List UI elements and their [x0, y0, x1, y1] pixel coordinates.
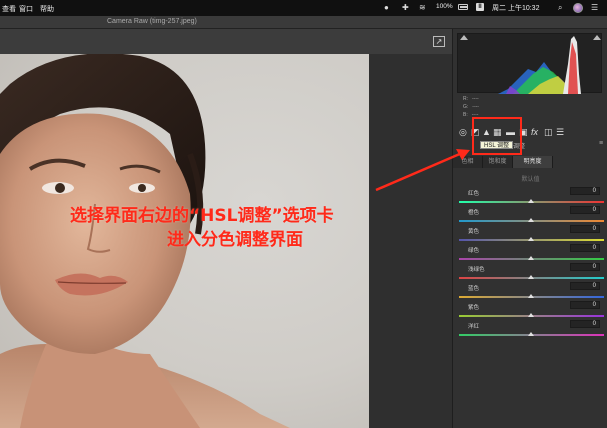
adjustment-panel: R: ---- G: ---- B: ---- ◎ ◩ ▲ ▦ ▬ ▣ fx ◫ ☰ … [452, 29, 607, 428]
annotation-line-2: 进入分色调整界面 [167, 230, 303, 250]
display-icon[interactable]: II [476, 3, 484, 11]
panel-menu-icon[interactable]: ≡ [599, 140, 603, 147]
value-orange[interactable]: 0 [570, 206, 600, 214]
battery-icon[interactable] [458, 4, 468, 10]
menu-help[interactable]: 帮助 [40, 4, 54, 14]
shadow-clipping-icon[interactable] [460, 35, 468, 40]
canvas-background [369, 54, 452, 428]
highlight-box [472, 117, 522, 155]
list-icon[interactable]: ☰ [591, 3, 598, 12]
slider-blue-thumb[interactable] [528, 294, 534, 298]
slider-purple-thumb[interactable] [528, 313, 534, 317]
readout-g: G: ---- [463, 104, 479, 110]
label-purple: 紫色 [468, 305, 480, 311]
label-magenta: 洋红 [468, 324, 480, 330]
slider-yellow-thumb[interactable] [528, 237, 534, 241]
camera-calibration-icon[interactable]: ◫ [544, 126, 553, 138]
wifi-icon[interactable]: ≋ [419, 3, 426, 12]
readout-r: R: ---- [463, 96, 479, 102]
clock[interactable]: 周二 上午10:32 [492, 3, 539, 13]
label-blue: 蓝色 [468, 286, 480, 292]
menu-bar: 查看 窗口 帮助 ● ✚ ≋ 100% II 周二 上午10:32 ⌕ ☰ [0, 0, 607, 16]
label-yellow: 黄色 [468, 229, 480, 235]
value-green[interactable]: 0 [570, 244, 600, 252]
fx-icon[interactable]: fx [531, 126, 538, 138]
section-default[interactable]: 默认值 [453, 174, 607, 183]
tab-luminance[interactable]: 明亮度 [513, 156, 553, 168]
slider-green-thumb[interactable] [528, 256, 534, 260]
slider-aqua-thumb[interactable] [528, 275, 534, 279]
label-aqua: 浅绿色 [468, 267, 485, 273]
top-toolbar: ↗ [0, 29, 452, 54]
histogram [457, 33, 602, 94]
label-orange: 橙色 [468, 210, 480, 216]
export-icon[interactable]: ↗ [433, 36, 445, 47]
plus-cross-icon[interactable]: ✚ [402, 3, 409, 12]
tab-hue[interactable]: 色相 [453, 156, 483, 168]
value-aqua[interactable]: 0 [570, 263, 600, 271]
search-icon[interactable]: ⌕ [558, 3, 562, 13]
value-blue[interactable]: 0 [570, 282, 600, 290]
tab-saturation[interactable]: 饱和度 [483, 156, 513, 168]
slider-red-thumb[interactable] [528, 199, 534, 203]
window-title-bar: Camera Raw (timg-257.jpeg) [0, 16, 607, 29]
menu-view[interactable]: 查看 [2, 4, 16, 14]
value-red[interactable]: 0 [570, 187, 600, 195]
window-title: Camera Raw (timg-257.jpeg) [107, 18, 197, 25]
label-green: 绿色 [468, 248, 480, 254]
slider-magenta-thumb[interactable] [528, 332, 534, 336]
aperture-icon[interactable]: ◎ [459, 126, 467, 138]
label-red: 红色 [468, 191, 480, 197]
presets-icon[interactable]: ☰ [556, 126, 564, 138]
slider-orange-thumb[interactable] [528, 218, 534, 222]
hsl-tabs: 色相 饱和度 明亮度 [453, 156, 607, 168]
value-yellow[interactable]: 0 [570, 225, 600, 233]
menu-window[interactable]: 窗口 [19, 4, 33, 14]
tab-spacer [553, 156, 607, 168]
highlight-clipping-icon[interactable] [593, 35, 601, 40]
battery-percent: 100% [436, 3, 453, 10]
value-purple[interactable]: 0 [570, 301, 600, 309]
value-magenta[interactable]: 0 [570, 320, 600, 328]
histogram-graph [498, 36, 581, 94]
wechat-icon[interactable]: ● [384, 3, 389, 12]
annotation-line-1: 选择界面右边的“HSL调整”选项卡 [70, 206, 334, 226]
user-avatar-icon[interactable] [573, 3, 583, 13]
